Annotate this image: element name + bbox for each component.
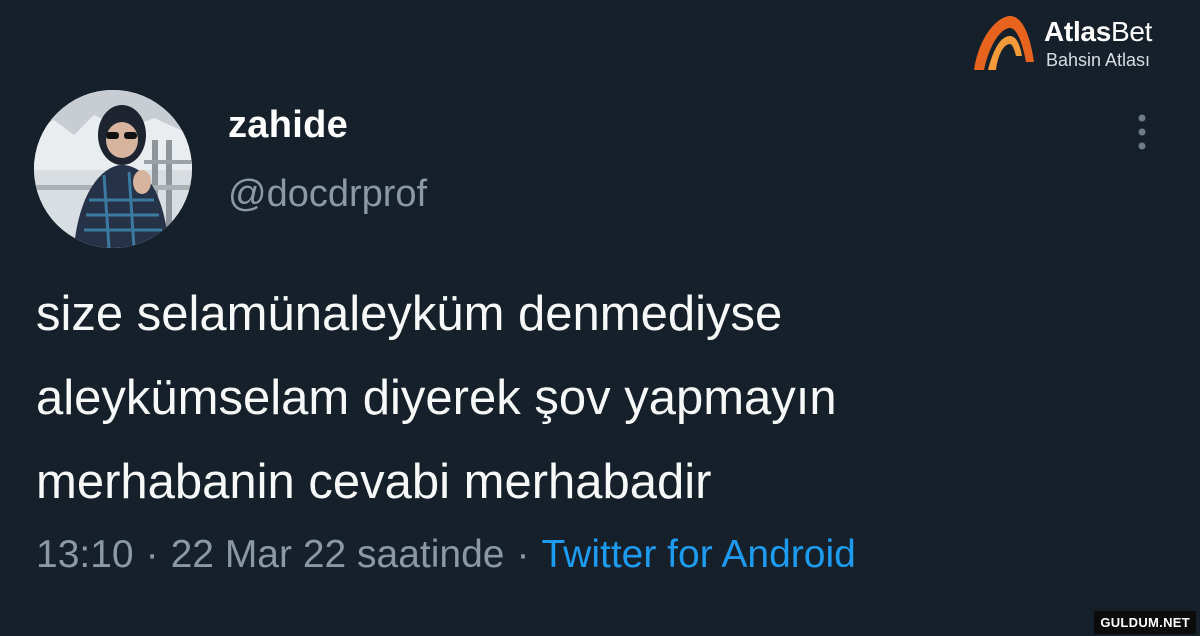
tweet-date[interactable]: 22 Mar 22 saatinde	[171, 533, 505, 576]
meta-separator: ·	[145, 533, 159, 576]
user-handle[interactable]: @docdrprof	[228, 173, 427, 216]
more-vertical-icon[interactable]	[1130, 112, 1154, 152]
tweet-meta: 13:10 · 22 Mar 22 saatinde · Twitter for And…	[36, 533, 856, 577]
meta-separator: ·	[516, 533, 530, 576]
watermark: GULDUM.NET	[1094, 611, 1196, 634]
tweet-text-line: merhabanin cevabi merhabadir	[36, 455, 712, 509]
display-name[interactable]: zahide	[228, 104, 348, 147]
tweet-source-link[interactable]: Twitter for Android	[542, 533, 856, 576]
avatar[interactable]	[34, 90, 192, 248]
brand-tagline: Bahsin Atlası	[1046, 50, 1151, 70]
tweet-text-line: size selamünaleyküm denmediyse	[36, 287, 783, 341]
brand-name-light: Bet	[1110, 16, 1153, 47]
tweet-text-line: aleykümselam diyerek şov yapmayın	[36, 371, 837, 425]
brand-name-bold: Atlas	[1044, 16, 1111, 47]
tweet-time[interactable]: 13:10	[36, 533, 134, 576]
tweet-card: zahide @docdrprof size selamünaleyküm de…	[0, 0, 1200, 636]
atlasbet-arc-icon	[974, 16, 1034, 70]
brand-logo: AtlasBet Bahsin Atlası	[970, 10, 1180, 70]
brand-name: AtlasBet	[1044, 16, 1152, 48]
avatar-photo	[34, 90, 192, 248]
tweet-text: size selamünaleyküm denmediyse aleykümse…	[36, 272, 1156, 524]
